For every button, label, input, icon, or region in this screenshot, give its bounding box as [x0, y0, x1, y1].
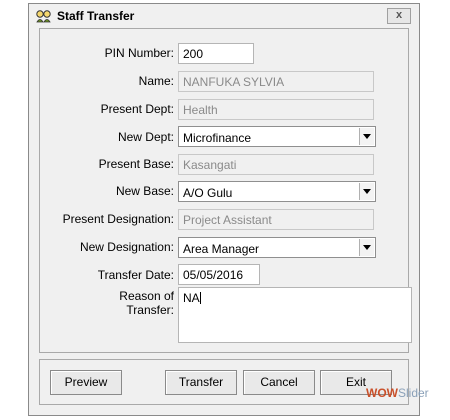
new-designation-select[interactable]: Area Manager: [178, 237, 376, 258]
app-icon: [36, 9, 52, 23]
new-dept-value: Microfinance: [183, 131, 252, 145]
present-designation-label: Present Designation:: [62, 212, 174, 226]
new-dept-select[interactable]: Microfinance: [178, 126, 376, 147]
pin-input[interactable]: 200: [178, 43, 254, 64]
new-base-value: A/O Gulu: [183, 186, 233, 200]
name-field: NANFUKA SYLVIA: [178, 71, 374, 92]
watermark-part2: Slider: [398, 386, 429, 400]
present-base-label: Present Base:: [98, 157, 174, 171]
chevron-down-icon: [363, 189, 371, 194]
watermark: WOWSlider: [366, 386, 429, 400]
chevron-down-icon: [363, 245, 371, 250]
watermark-part1: WOW: [366, 386, 398, 400]
form-panel: PIN Number: 200 Name: NANFUKA SYLVIA Pre…: [39, 28, 412, 353]
reason-text: NA: [183, 291, 200, 305]
new-base-label: New Base:: [115, 184, 174, 198]
button-panel: Preview Transfer Cancel Exit: [39, 359, 409, 405]
reason-textarea[interactable]: NA: [178, 287, 412, 343]
preview-button[interactable]: Preview: [50, 370, 122, 395]
new-designation-label: New Designation:: [79, 240, 174, 254]
present-dept-label: Present Dept:: [100, 102, 174, 116]
reason-label-line2: Transfer:: [126, 303, 174, 317]
chevron-down-icon: [363, 134, 371, 139]
transfer-date-input[interactable]: 05/05/2016: [178, 264, 260, 285]
transfer-date-label: Transfer Date:: [97, 268, 174, 282]
reason-label-line1: Reason of: [119, 289, 174, 303]
present-base-field: Kasangati: [178, 154, 374, 175]
transfer-button[interactable]: Transfer: [165, 370, 237, 395]
close-icon: x: [395, 9, 403, 21]
pin-label: PIN Number:: [104, 46, 174, 60]
present-designation-field: Project Assistant: [178, 209, 374, 230]
present-dept-field: Health: [178, 99, 374, 120]
new-dept-label: New Dept:: [117, 130, 174, 144]
close-button[interactable]: x: [387, 8, 411, 24]
new-base-select[interactable]: A/O Gulu: [178, 181, 376, 202]
title-bar: Staff Transfer x: [29, 4, 419, 28]
new-designation-value: Area Manager: [183, 242, 260, 256]
cancel-button[interactable]: Cancel: [243, 370, 315, 395]
staff-transfer-window: Staff Transfer x PIN Number: 200 Name: N…: [28, 3, 420, 416]
dropdown-arrow[interactable]: [359, 183, 374, 200]
window-title: Staff Transfer: [57, 9, 135, 23]
dropdown-arrow[interactable]: [359, 239, 374, 256]
text-caret: [199, 292, 201, 304]
name-label: Name:: [138, 74, 174, 88]
dropdown-arrow[interactable]: [359, 128, 374, 145]
